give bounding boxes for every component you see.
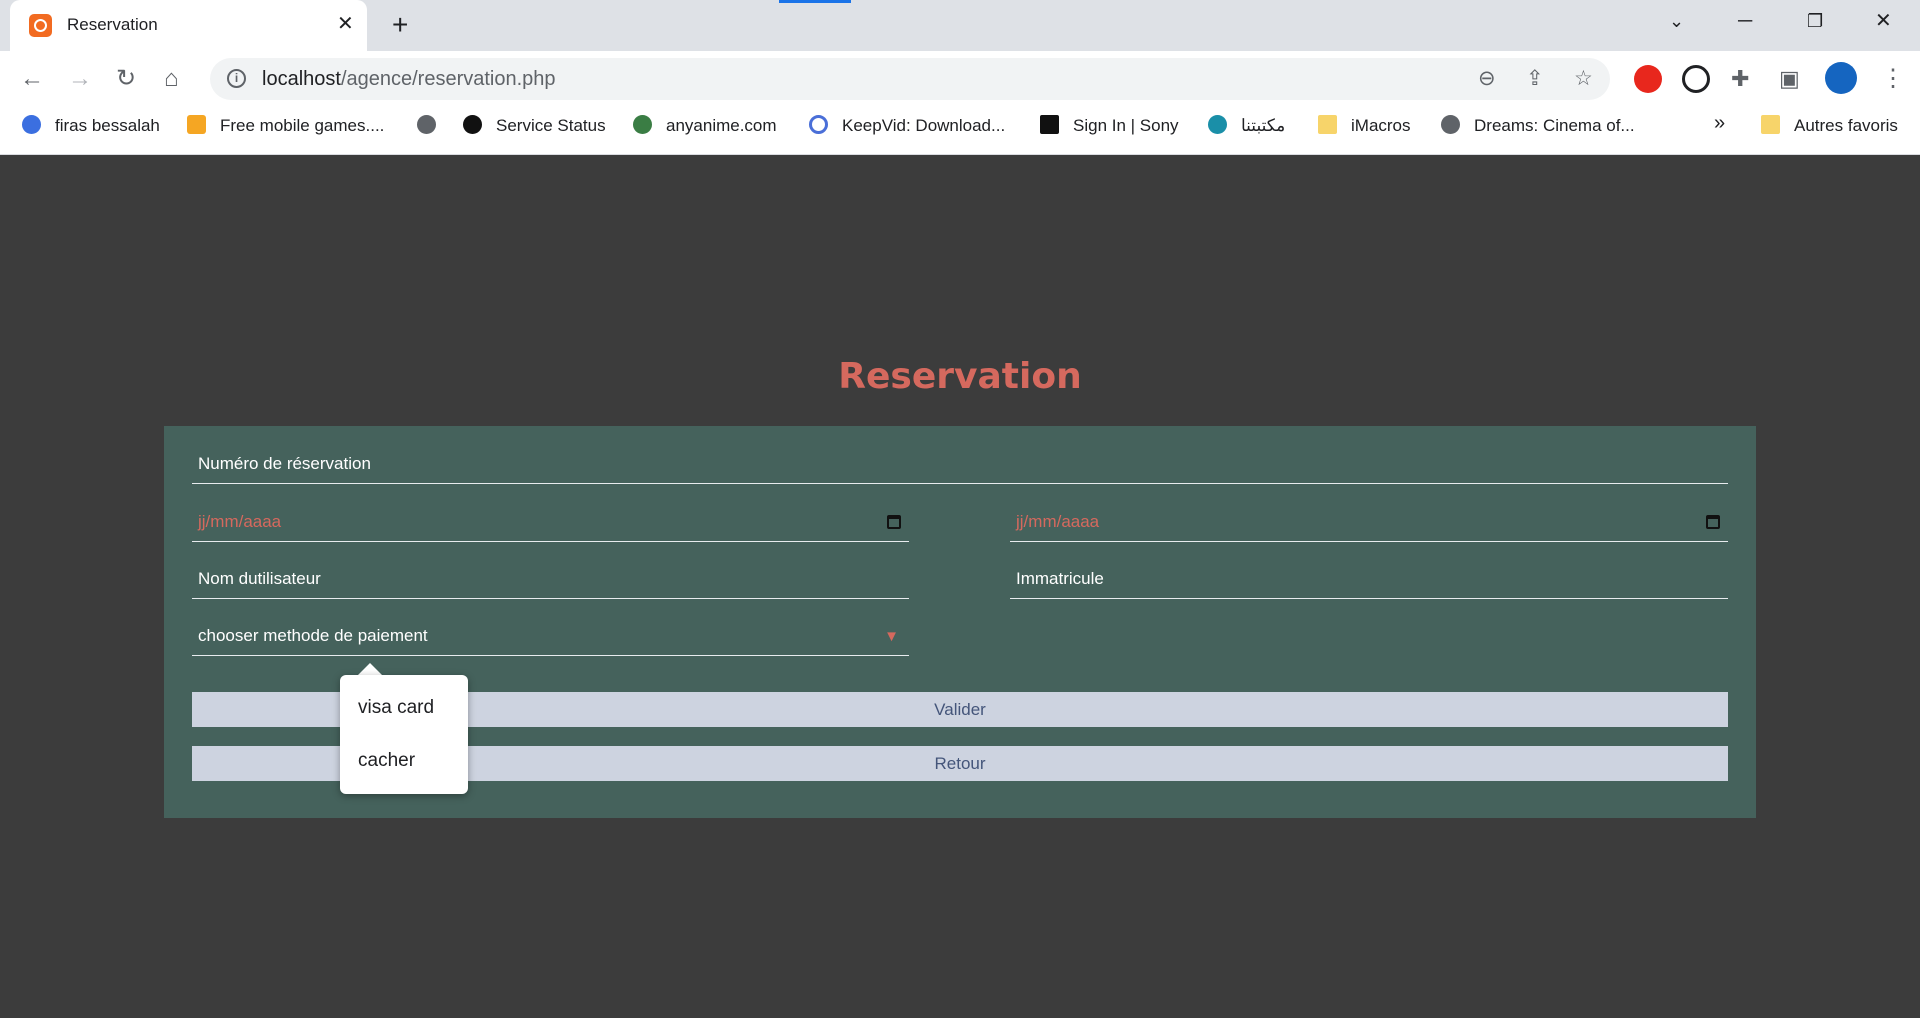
bookmark-item[interactable]: Free mobile games.... xyxy=(187,115,384,136)
home-icon[interactable]: ⌂ xyxy=(164,66,179,92)
payment-method-value: chooser methode de paiement xyxy=(198,626,428,645)
browser-toolbar: ← → ↻ ⌂ i localhost/agence/reservation.p… xyxy=(0,51,1920,155)
new-tab-button[interactable]: + xyxy=(392,10,408,40)
payment-method-select[interactable]: chooser methode de paiement ▼ xyxy=(192,620,909,656)
dropdown-arrow-icon: ▼ xyxy=(884,628,899,645)
zoom-icon[interactable]: ⊖ xyxy=(1478,66,1496,92)
sony-icon xyxy=(1040,115,1059,134)
menu-dots-icon[interactable]: ⋮ xyxy=(1881,66,1905,92)
username-placeholder: Nom dutilisateur xyxy=(198,569,321,588)
option-visa-card[interactable]: visa card xyxy=(358,697,434,719)
site-info-icon[interactable]: i xyxy=(227,69,246,88)
close-tab-icon[interactable]: ✕ xyxy=(337,13,354,35)
globe-icon xyxy=(1441,115,1460,134)
active-tab[interactable]: Reservation ✕ xyxy=(10,0,367,51)
extensions-puzzle-icon[interactable]: ✚ xyxy=(1731,66,1749,92)
keepvid-icon xyxy=(809,115,828,134)
other-bookmarks-folder[interactable]: Autres favoris xyxy=(1761,115,1898,136)
link-extension-icon[interactable] xyxy=(1682,65,1710,93)
calendar-icon[interactable] xyxy=(887,515,901,529)
tab-strip: Reservation ✕ + ⌄ ─ ❐ ✕ xyxy=(0,0,1920,51)
bookmark-item[interactable]: Dreams: Cinema of... xyxy=(1441,115,1635,136)
adblock-extension-icon[interactable] xyxy=(1634,65,1662,93)
bookmark-item[interactable]: Service Status xyxy=(463,115,606,136)
option-cacher[interactable]: cacher xyxy=(358,750,415,772)
start-date-placeholder: jj/mm/aaaa xyxy=(198,512,282,531)
bookmark-item[interactable]: Sign In | Sony xyxy=(1040,115,1179,136)
xampp-favicon-icon xyxy=(29,14,52,37)
address-bar[interactable]: i localhost/agence/reservation.php ⊖ ⇪ ☆ xyxy=(210,58,1610,100)
immatricule-placeholder: Immatricule xyxy=(1016,569,1104,588)
folder-icon xyxy=(1761,115,1780,134)
bookmark-star-icon[interactable]: ☆ xyxy=(1574,66,1593,92)
minimize-icon[interactable]: ─ xyxy=(1738,8,1752,34)
share-icon[interactable]: ⇪ xyxy=(1526,66,1544,92)
tab-search-icon[interactable]: ⌄ xyxy=(1669,8,1684,34)
forward-icon[interactable]: → xyxy=(68,66,92,92)
username-input[interactable]: Nom dutilisateur xyxy=(192,563,909,599)
back-icon[interactable]: ← xyxy=(20,66,44,92)
reservation-number-placeholder: Numéro de réservation xyxy=(198,454,371,473)
bookmark-item[interactable]: مكتبتنا xyxy=(1208,115,1285,136)
reload-icon[interactable]: ↻ xyxy=(116,66,136,92)
bookmark-item[interactable]: KeepVid: Download... xyxy=(809,115,1005,136)
games-icon xyxy=(187,115,206,134)
bookmark-item[interactable]: anyanime.com xyxy=(633,115,777,136)
reservation-number-input[interactable]: Numéro de réservation xyxy=(192,448,1728,484)
bookmark-item[interactable]: firas bessalah xyxy=(22,115,160,136)
side-panel-icon[interactable]: ▣ xyxy=(1779,66,1800,92)
restore-icon[interactable]: ❐ xyxy=(1807,8,1823,34)
payment-method-options: visa card cacher xyxy=(340,675,468,794)
url-text[interactable]: localhost/agence/reservation.php xyxy=(262,68,556,91)
end-date-placeholder: jj/mm/aaaa xyxy=(1016,512,1100,531)
bookmarks-bar: firas bessalah Free mobile games.... Ser… xyxy=(0,107,1920,147)
profile-avatar[interactable] xyxy=(1825,62,1857,94)
bookmarks-overflow-button[interactable]: » xyxy=(1714,112,1725,135)
bookmark-folder[interactable]: iMacros xyxy=(1318,115,1411,136)
end-date-input[interactable]: jj/mm/aaaa xyxy=(1010,506,1728,542)
library-icon xyxy=(1208,115,1227,134)
tab-loading-indicator xyxy=(779,0,851,3)
meta-icon xyxy=(22,115,41,134)
page-title: Reservation xyxy=(838,356,1082,397)
immatricule-input[interactable]: Immatricule xyxy=(1010,563,1728,599)
folder-icon xyxy=(1318,115,1337,134)
globe-icon xyxy=(417,115,436,134)
tab-title: Reservation xyxy=(67,15,158,34)
calendar-icon[interactable] xyxy=(1706,515,1720,529)
bookmark-item[interactable] xyxy=(417,115,450,136)
start-date-input[interactable]: jj/mm/aaaa xyxy=(192,506,909,542)
service-status-icon xyxy=(463,115,482,134)
close-window-icon[interactable]: ✕ xyxy=(1875,8,1892,34)
anime-icon xyxy=(633,115,652,134)
